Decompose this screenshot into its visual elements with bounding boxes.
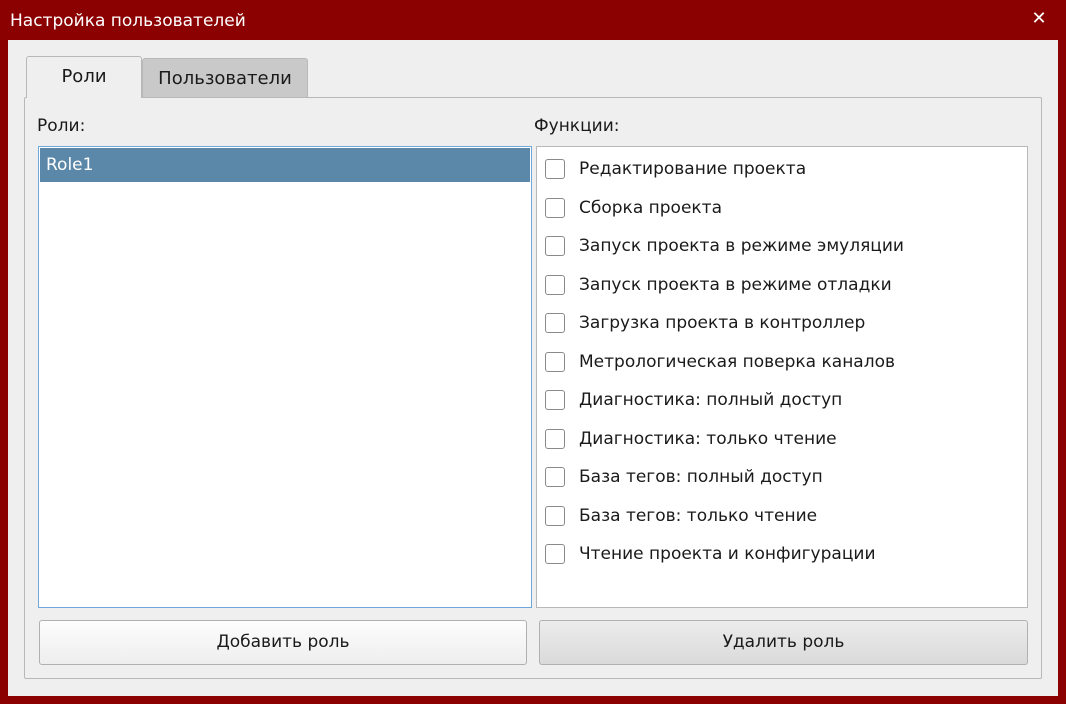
function-label: База тегов: полный доступ — [579, 467, 823, 487]
function-checkbox[interactable] — [545, 390, 565, 410]
function-label: Запуск проекта в режиме отладки — [579, 275, 892, 295]
function-row-edit-project[interactable]: Редактирование проекта — [545, 156, 806, 182]
function-row-build-project[interactable]: Сборка проекта — [545, 195, 722, 221]
function-label: Сборка проекта — [579, 198, 722, 218]
function-label: Диагностика: только чтение — [579, 429, 837, 449]
function-checkbox[interactable] — [545, 352, 565, 372]
function-checkbox[interactable] — [545, 429, 565, 449]
function-row-diag-read[interactable]: Диагностика: только чтение — [545, 426, 837, 452]
delete-role-button[interactable]: Удалить роль — [539, 620, 1028, 665]
function-checkbox[interactable] — [545, 544, 565, 564]
title-bar[interactable]: Настройка пользователей ✕ — [0, 0, 1066, 40]
function-label: Запуск проекта в режиме эмуляции — [579, 236, 904, 256]
functions-label: Функции: — [534, 116, 620, 136]
function-label: Диагностика: полный доступ — [579, 390, 843, 410]
tab-roles-label: Роли — [61, 66, 107, 87]
function-checkbox[interactable] — [545, 313, 565, 333]
function-checkbox[interactable] — [545, 198, 565, 218]
function-row-metrology[interactable]: Метрологическая поверка каналов — [545, 349, 895, 375]
dialog-body: Роли Пользователи Роли: Функции: Role1 Р… — [8, 40, 1058, 696]
tab-users[interactable]: Пользователи — [142, 58, 308, 98]
functions-list[interactable]: Редактирование проекта Сборка проекта За… — [536, 146, 1028, 608]
close-icon[interactable]: ✕ — [1028, 8, 1050, 30]
function-checkbox[interactable] — [545, 275, 565, 295]
function-row-tags-full[interactable]: База тегов: полный доступ — [545, 464, 823, 490]
role-item[interactable]: Role1 — [40, 148, 530, 182]
function-row-run-emulation[interactable]: Запуск проекта в режиме эмуляции — [545, 233, 904, 259]
function-row-read-config[interactable]: Чтение проекта и конфигурации — [545, 541, 876, 567]
function-row-upload-controller[interactable]: Загрузка проекта в контроллер — [545, 310, 865, 336]
window-title: Настройка пользователей — [10, 11, 246, 31]
function-row-diag-full[interactable]: Диагностика: полный доступ — [545, 387, 842, 413]
function-checkbox[interactable] — [545, 236, 565, 256]
function-label: Чтение проекта и конфигурации — [579, 544, 876, 564]
function-checkbox[interactable] — [545, 506, 565, 526]
roles-label: Роли: — [37, 116, 86, 136]
function-row-run-debug[interactable]: Запуск проекта в режиме отладки — [545, 272, 892, 298]
user-settings-window: Настройка пользователей ✕ Роли Пользоват… — [0, 0, 1066, 704]
tab-roles[interactable]: Роли — [26, 56, 142, 98]
function-checkbox[interactable] — [545, 467, 565, 487]
roles-list[interactable]: Role1 — [38, 146, 532, 608]
function-label: Загрузка проекта в контроллер — [579, 313, 866, 333]
function-checkbox[interactable] — [545, 159, 565, 179]
function-label: Редактирование проекта — [579, 159, 807, 179]
tab-users-label: Пользователи — [158, 68, 292, 89]
function-row-tags-read[interactable]: База тегов: только чтение — [545, 503, 817, 529]
function-label: Метрологическая поверка каналов — [579, 352, 896, 372]
add-role-button[interactable]: Добавить роль — [39, 620, 527, 665]
function-label: База тегов: только чтение — [579, 506, 818, 526]
